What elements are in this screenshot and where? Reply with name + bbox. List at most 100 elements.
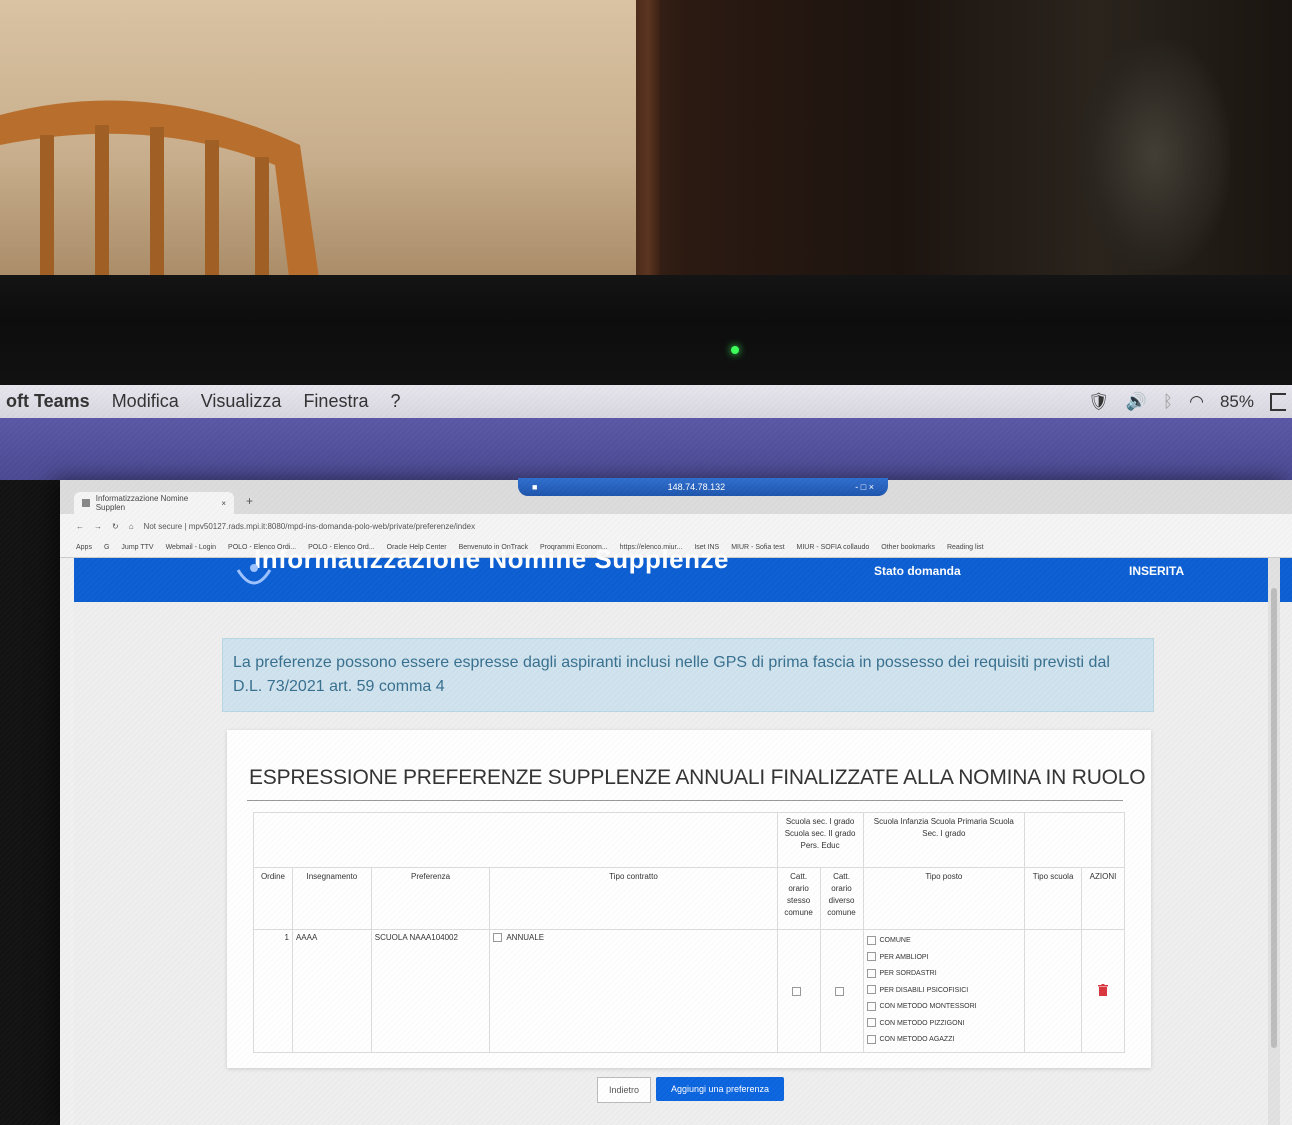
room-background [0, 0, 1292, 285]
remote-host-title: 148.74.78.132 [667, 482, 726, 492]
cell-azioni [1081, 929, 1125, 1053]
tipo-posto-checkbox[interactable] [866, 1001, 876, 1011]
tab-title: Informatizzazione Nomine Supplen [95, 494, 189, 512]
col-tipo-contratto: Tipo contratto [489, 867, 778, 930]
group-header-secondary: Scuola sec. I grado Scuola sec. II grado… [776, 812, 864, 868]
tipo-posto-option[interactable]: PER AMBLIOPI [866, 950, 1022, 967]
indietro-button[interactable]: Indietro [597, 1077, 651, 1103]
tipo-posto-label: COMUNE [879, 937, 911, 944]
battery-icon[interactable] [1270, 392, 1286, 411]
volume-icon[interactable]: 🔊 [1126, 392, 1147, 412]
reload-icon[interactable]: ↻ [112, 522, 119, 531]
add-preference-button[interactable]: Aggiungi una preferenza [656, 1077, 784, 1101]
menu-finestra[interactable]: Finestra [292, 391, 379, 412]
home-icon[interactable]: ⌂ [129, 522, 134, 531]
teams-window-band [0, 418, 1292, 480]
browser-tab[interactable]: Informatizzazione Nomine Supplen × [74, 492, 234, 514]
back-icon[interactable]: ← [76, 522, 84, 531]
tipo-posto-checkbox[interactable] [866, 935, 876, 945]
bookmark-item[interactable]: MIUR - Sofia test [731, 544, 784, 551]
col-ordine: Ordine [253, 867, 293, 930]
bluetooth-icon[interactable]: ᛒ [1163, 392, 1173, 412]
webcam-led [731, 346, 739, 354]
battery-percent: 85% [1219, 391, 1254, 411]
menu-help[interactable]: ? [379, 391, 411, 412]
preferences-table: Scuola sec. I grado Scuola sec. II grado… [253, 812, 1125, 1053]
tipo-posto-checkbox[interactable] [866, 968, 876, 978]
tipo-posto-label: PER DISABILI PSICOFISICI [879, 986, 969, 994]
divider [247, 800, 1123, 801]
catt-stesso-checkbox[interactable] [792, 986, 802, 996]
tipo-posto-label: CON METODO PIZZIGONI [879, 1019, 965, 1027]
menu-app-name[interactable]: oft Teams [0, 391, 101, 412]
tipo-posto-option[interactable]: CON METODO MONTESSORI [866, 999, 1022, 1016]
pin-icon[interactable]: ■ [532, 482, 537, 492]
bookmark-item[interactable]: Jump TTV [121, 544, 153, 551]
bookmark-item[interactable]: MIUR - SOFIA collaudo [797, 544, 870, 551]
menu-modifica[interactable]: Modifica [101, 391, 190, 412]
tipo-posto-label: CON METODO AGAZZI [879, 1036, 955, 1043]
scrollbar[interactable] [1268, 558, 1280, 1125]
col-insegnamento: Insegnamento [291, 867, 372, 930]
nav-stato-domanda[interactable]: Stato domanda [874, 564, 961, 578]
tipo-posto-option[interactable]: CON METODO AGAZZI [866, 1032, 1022, 1049]
col-preferenza: Preferenza [370, 867, 491, 930]
cell-preferenza: SCUOLA NAAA104002 [370, 929, 491, 1053]
nav-inserita[interactable]: INSERITA [1129, 564, 1184, 578]
republic-emblem-icon [236, 564, 272, 585]
cell-insegnamento: AAAA [291, 929, 372, 1053]
bookmark-item[interactable]: Apps [76, 544, 92, 551]
cell-tipo-contratto: ANNUALE [489, 929, 778, 1053]
tipo-posto-label: PER SORDASTRI [879, 970, 937, 977]
tipo-posto-label: PER AMBLIOPI [879, 953, 929, 961]
tipo-posto-checkbox[interactable] [866, 952, 876, 962]
menu-visualizza[interactable]: Visualizza [190, 391, 293, 412]
col-catt-diverso: Catt. orario diverso comune [819, 867, 864, 930]
shield-icon[interactable]: 🛡 [1088, 392, 1110, 412]
bookmark-item[interactable]: G [104, 544, 109, 551]
wifi-icon[interactable]: ◠ [1189, 392, 1204, 412]
tipo-posto-checkbox[interactable] [866, 1034, 876, 1044]
cell-tipo-posto: COMUNE PER AMBLIOPI PER SORDASTRI PER DI… [862, 929, 1026, 1053]
tipo-posto-option[interactable]: CON METODO PIZZIGONI [866, 1016, 1022, 1033]
preferences-card: ESPRESSIONE PREFERENZE SUPPLENZE ANNUALI… [227, 730, 1151, 1068]
window-controls-icon[interactable]: - □ × [855, 482, 874, 492]
tipo-posto-option[interactable]: PER SORDASTRI [866, 966, 1022, 983]
bookmark-item[interactable]: Reading list [947, 544, 984, 551]
page-favicon-icon [82, 499, 90, 507]
info-alert: La preferenze possono essere espresse da… [222, 638, 1154, 712]
section-title: ESPRESSIONE PREFERENZE SUPPLENZE ANNUALI… [249, 766, 1146, 789]
col-tipo-posto: Tipo posto [862, 867, 1026, 930]
new-tab-icon[interactable]: + [246, 494, 253, 508]
scrollbar-thumb[interactable] [1271, 588, 1277, 1048]
close-icon[interactable]: × [221, 499, 226, 508]
address-bar: ← → ↻ ⌂ Not secure | mpv50127.rads.mpi.i… [60, 514, 1292, 538]
url-field[interactable]: Not secure | mpv50127.rads.mpi.it:8080/m… [144, 522, 476, 531]
catt-diverso-checkbox[interactable] [835, 986, 845, 996]
tipo-posto-checkbox[interactable] [866, 1018, 876, 1028]
table-header-row: Ordine Insegnamento Preferenza Tipo cont… [253, 867, 1125, 930]
cell-tipo-scuola [1024, 929, 1082, 1053]
annuale-label: ANNUALE [506, 933, 545, 942]
remote-desktop-bar[interactable]: ■ 148.74.78.132 - □ × [518, 478, 888, 496]
bookmark-item[interactable]: Other bookmarks [881, 544, 935, 551]
mac-menu-bar: oft Teams Modifica Visualizza Finestra ?… [0, 385, 1292, 418]
col-tipo-scuola: Tipo scuola [1024, 867, 1082, 930]
site-title: Informatizzazione Nomine Supplenze [254, 544, 729, 574]
forward-icon[interactable]: → [94, 522, 102, 531]
dark-figure-in-doorway [1080, 40, 1230, 270]
menubar-status-area: 🛡 🔊 ᛒ ◠ 85% [1088, 385, 1292, 418]
annuale-checkbox[interactable] [493, 933, 503, 943]
cell-catt-stesso [776, 929, 821, 1053]
tipo-posto-option[interactable]: COMUNE [866, 933, 1022, 950]
tipo-posto-option[interactable]: PER DISABILI PSICOFISICI [866, 983, 1022, 1000]
cell-ordine: 1 [253, 929, 293, 1053]
col-catt-stesso: Catt. orario stesso comune [776, 867, 821, 930]
table-row: 1 AAAA SCUOLA NAAA104002 ANNUALE COMUNE … [253, 929, 1125, 1053]
empty-group-header [1024, 812, 1125, 868]
group-header-infanzia: Scuola Infanzia Scuola Primaria Scuola S… [862, 812, 1026, 868]
bookmark-item[interactable]: Webmail - Login [166, 544, 216, 551]
trash-icon[interactable] [1098, 984, 1108, 996]
tipo-posto-checkbox[interactable] [866, 985, 876, 995]
table-group-header-row: Scuola sec. I grado Scuola sec. II grado… [253, 812, 1125, 868]
